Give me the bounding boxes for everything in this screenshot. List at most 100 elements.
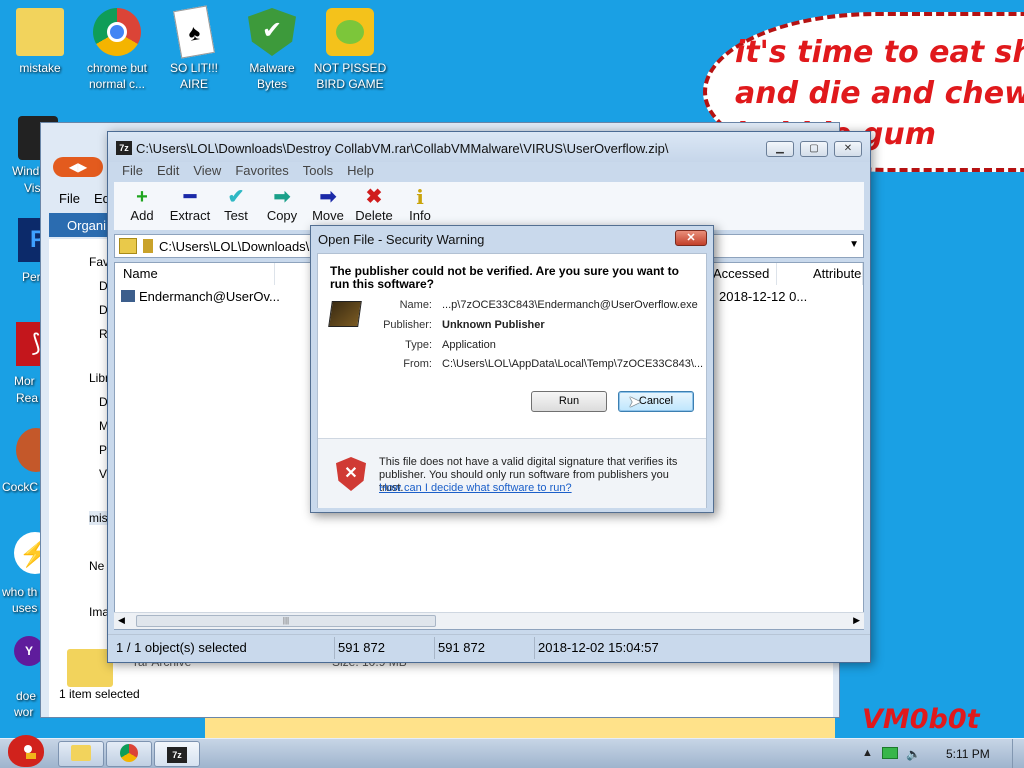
scrollbar-thumb[interactable]: ||| bbox=[136, 615, 436, 627]
explorer-nav-buttons[interactable]: ◀▶ bbox=[53, 157, 103, 177]
status-divider bbox=[334, 637, 335, 659]
delete-button[interactable]: ✖ Delete bbox=[350, 186, 398, 223]
desktop-icon-malwarebytes[interactable]: ✔ Malware Bytes bbox=[234, 8, 310, 92]
folder-icon bbox=[71, 745, 91, 761]
desktop-icon-label-partial: doe bbox=[16, 689, 37, 703]
minimize-button[interactable]: ▁ bbox=[766, 141, 794, 157]
move-button[interactable]: ➡ Move bbox=[304, 186, 352, 223]
delete-icon: ✖ bbox=[365, 186, 383, 208]
desktop-icon-label: Malware Bytes bbox=[249, 61, 295, 91]
sidebar-item-network[interactable]: Ne bbox=[89, 559, 104, 573]
toolbar-label: Info bbox=[409, 208, 431, 223]
field-label-publisher: Publisher: bbox=[383, 319, 432, 331]
info-button[interactable]: i Info bbox=[396, 186, 444, 223]
sidebar-item-libraries[interactable]: Libr bbox=[89, 371, 109, 385]
menu-tools[interactable]: Tools bbox=[303, 163, 333, 181]
copy-button[interactable]: ➡ Copy bbox=[258, 186, 306, 223]
playing-card-icon: ♠ bbox=[173, 5, 215, 59]
start-button[interactable] bbox=[2, 731, 48, 768]
check-icon: ✔ bbox=[227, 186, 245, 208]
desktop-icon-chrome[interactable]: chrome but normal c... bbox=[79, 8, 155, 92]
menu-help[interactable]: Help bbox=[347, 163, 374, 181]
field-value-name: ...p\7zOCE33C843\Endermanch@UserOverflow… bbox=[442, 299, 698, 311]
explorer-menu-file[interactable]: File bbox=[59, 191, 80, 206]
sidebar-item[interactable]: V bbox=[99, 467, 107, 481]
status-divider bbox=[434, 637, 435, 659]
close-button[interactable]: ✕ bbox=[834, 141, 862, 157]
status-selected: 1 / 1 object(s) selected bbox=[116, 640, 247, 655]
field-label-type: Type: bbox=[405, 339, 432, 351]
folder-icon bbox=[16, 8, 64, 56]
desktop-icon-label-partial: Per bbox=[22, 270, 41, 284]
angry-bird-icon bbox=[8, 735, 44, 767]
status-size: 591 872 bbox=[338, 640, 385, 655]
menu-view[interactable]: View bbox=[193, 163, 221, 181]
file-accessed: 2018-12-12 0... bbox=[719, 289, 808, 304]
sidebar-item-favorites[interactable]: Fav bbox=[89, 255, 109, 269]
dialog-close-button[interactable]: ✕ bbox=[675, 230, 707, 246]
network-icon[interactable] bbox=[882, 747, 898, 759]
desktop-icon-label-partial: uses bbox=[12, 601, 38, 615]
speech-bubble-line: and die and chew bbox=[735, 76, 1024, 111]
field-label-name: Name: bbox=[399, 299, 432, 311]
dialog-question: The publisher could not be verified. Are… bbox=[330, 264, 679, 291]
desktop-icon-label-partial: who th bbox=[2, 585, 38, 599]
7zip-status-bar: 1 / 1 object(s) selected 591 872 591 872… bbox=[108, 634, 870, 660]
organize-button[interactable]: Organi bbox=[67, 218, 106, 233]
menu-file[interactable]: File bbox=[122, 163, 143, 181]
taskbar-clock[interactable]: 5:11 PM bbox=[946, 747, 990, 761]
chrome-icon bbox=[93, 8, 141, 56]
column-header-name[interactable]: Name bbox=[115, 263, 275, 285]
desktop-icon-label: NOT PISSED BIRD GAME bbox=[313, 61, 387, 91]
desktop-icon-label: SO LIT!!! AIRE bbox=[169, 61, 218, 91]
move-arrow-icon: ➡ bbox=[319, 186, 337, 208]
chevron-down-icon[interactable]: ▼ bbox=[849, 239, 859, 250]
scroll-left-icon[interactable]: ◀ bbox=[118, 615, 125, 626]
folder-up-icon[interactable] bbox=[119, 238, 137, 254]
mouse-cursor-icon: ➤ bbox=[628, 394, 642, 411]
field-value-type: Application bbox=[442, 339, 496, 351]
show-desktop-button[interactable] bbox=[1012, 739, 1024, 768]
help-link[interactable]: How can I decide what software to run? bbox=[379, 482, 572, 494]
toolbar-label: Extract bbox=[169, 208, 211, 223]
desktop-icon-mistake[interactable]: mistake bbox=[2, 8, 78, 76]
scroll-right-icon[interactable]: ▶ bbox=[853, 615, 860, 626]
toolbar-label: Copy bbox=[266, 208, 298, 223]
taskbar-7zip-button[interactable]: 7z bbox=[154, 741, 200, 767]
desktop-icon-solitaire[interactable]: ♠ SO LIT!!! AIRE bbox=[156, 5, 232, 92]
sidebar-item[interactable]: P bbox=[99, 443, 107, 457]
maximize-button[interactable]: ▢ bbox=[800, 141, 828, 157]
taskbar: 7z ▲ 🔈 5:11 PM bbox=[0, 735, 1024, 768]
7zip-app-icon: 7z bbox=[116, 141, 132, 155]
column-header-attributes[interactable]: Attributes bbox=[777, 263, 863, 285]
desktop-icon-label-partial: CockC bbox=[2, 480, 39, 494]
menu-favorites[interactable]: Favorites bbox=[235, 163, 288, 181]
desktop-icon-label-partial: wor bbox=[14, 705, 34, 719]
wallpaper-decoration bbox=[205, 718, 835, 740]
horizontal-scrollbar[interactable]: ◀ ||| ▶ bbox=[114, 612, 864, 629]
extract-button[interactable]: ━ Extract bbox=[166, 186, 214, 223]
desktop-icon-label: chrome but normal c... bbox=[86, 61, 148, 91]
minus-icon: ━ bbox=[183, 186, 197, 208]
sidebar-item-images[interactable]: Ima bbox=[89, 605, 109, 619]
dialog-warning-area: ✕ This file does not have a valid digita… bbox=[318, 439, 706, 508]
run-button[interactable]: Run bbox=[531, 391, 607, 412]
exe-file-icon bbox=[121, 290, 135, 302]
column-header-accessed[interactable]: Accessed bbox=[705, 263, 777, 285]
desktop-icon-label: mistake bbox=[19, 61, 61, 75]
speaker-icon[interactable]: 🔈 bbox=[906, 747, 921, 761]
toolbar-label: Test bbox=[224, 208, 248, 223]
desktop-icon-label-partial: Wind bbox=[12, 164, 40, 178]
taskbar-chrome-button[interactable] bbox=[106, 741, 152, 767]
taskbar-explorer-button[interactable] bbox=[58, 741, 104, 767]
add-button[interactable]: + Add bbox=[118, 186, 166, 223]
test-button[interactable]: ✔ Test bbox=[212, 186, 260, 223]
7zip-window-title: C:\Users\LOL\Downloads\Destroy CollabVM.… bbox=[136, 141, 669, 156]
menu-edit[interactable]: Edit bbox=[157, 163, 179, 181]
file-row[interactable]: Endermanch@UserOv... bbox=[121, 289, 280, 304]
desktop-icon-bird-game[interactable]: NOT PISSED BIRD GAME bbox=[312, 8, 388, 92]
show-hidden-icons-icon[interactable]: ▲ bbox=[862, 747, 873, 759]
status-divider bbox=[534, 637, 535, 659]
field-value-from: C:\Users\LOL\AppData\Local\Temp\7zOCE33C… bbox=[442, 358, 704, 370]
7zip-menu-bar: File Edit View Favorites Tools Help bbox=[114, 163, 374, 181]
